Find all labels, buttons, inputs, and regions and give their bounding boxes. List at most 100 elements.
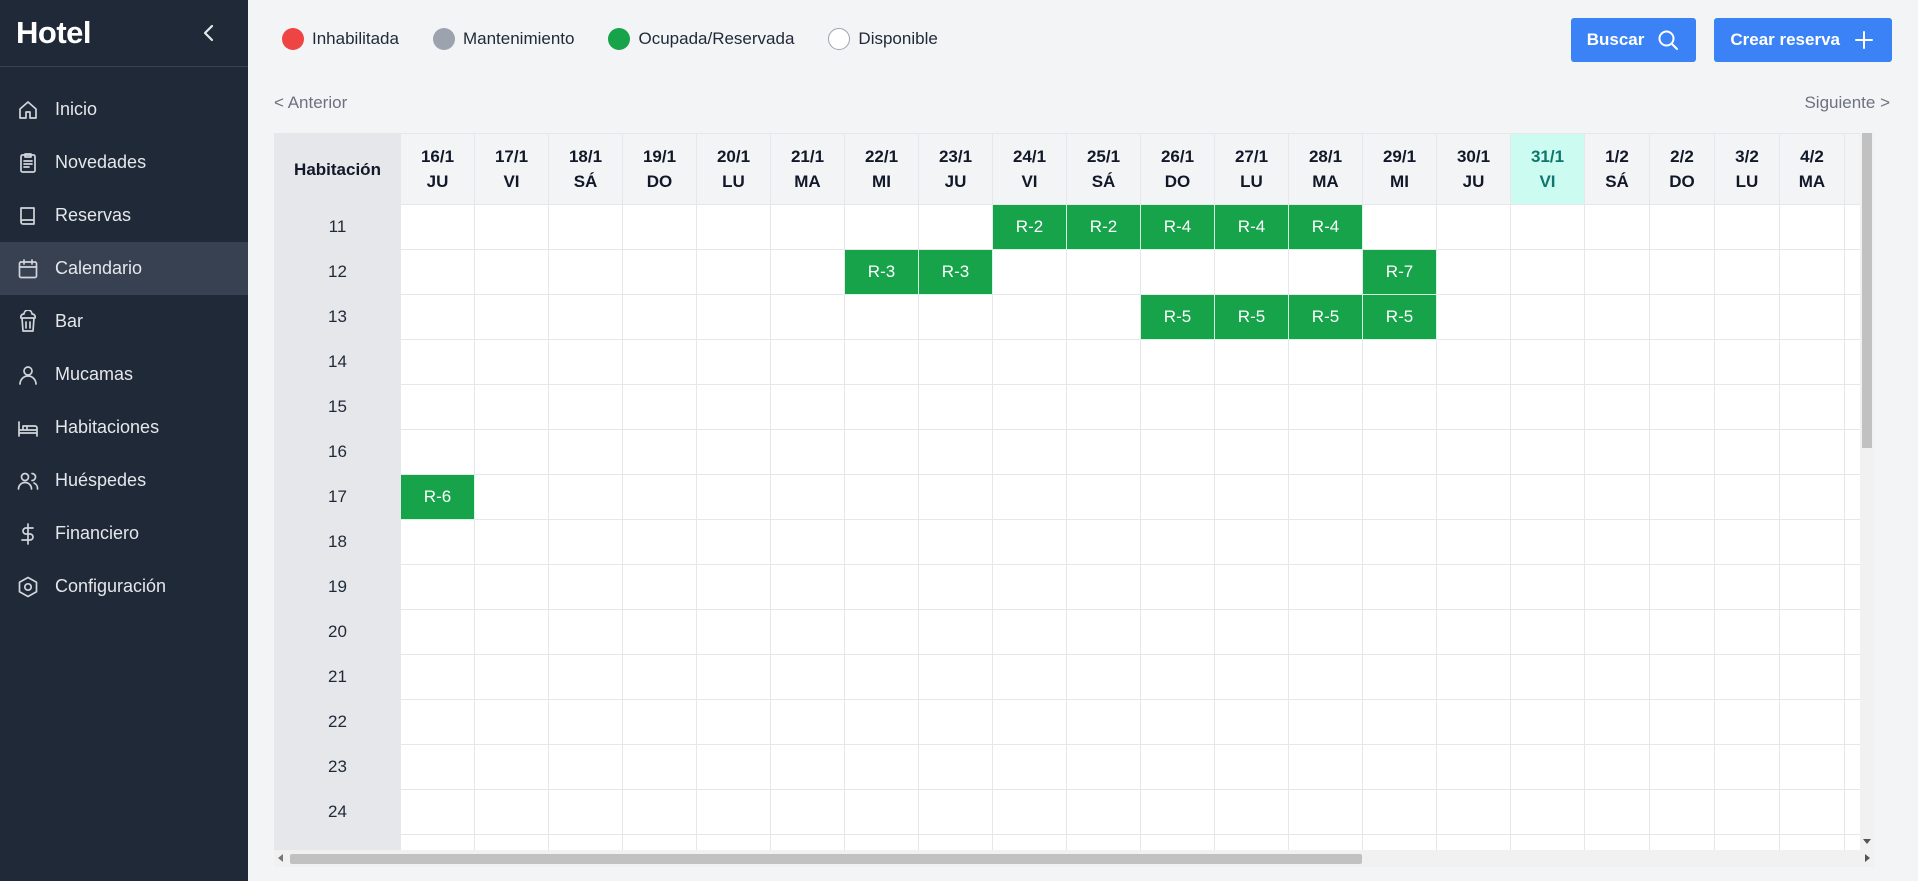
calendar-cell[interactable] xyxy=(622,744,697,790)
calendar-cell[interactable] xyxy=(400,744,475,790)
calendar-cell[interactable] xyxy=(992,249,1067,295)
calendar-cell[interactable] xyxy=(1714,654,1780,700)
calendar-cell[interactable] xyxy=(1214,744,1289,790)
calendar-cell[interactable] xyxy=(1362,609,1437,655)
calendar-cell[interactable] xyxy=(844,294,919,340)
calendar-cell[interactable] xyxy=(1584,204,1650,250)
calendar-cell[interactable] xyxy=(1140,474,1215,520)
calendar-cell[interactable] xyxy=(918,699,993,745)
calendar-cell[interactable] xyxy=(622,699,697,745)
calendar-cell[interactable] xyxy=(1288,339,1363,385)
calendar-cell[interactable] xyxy=(1714,564,1780,610)
calendar-cell[interactable] xyxy=(918,789,993,835)
calendar-cell[interactable] xyxy=(1140,429,1215,475)
vertical-scrollbar[interactable] xyxy=(1860,133,1874,850)
calendar-cell[interactable] xyxy=(1362,204,1437,250)
calendar-cell[interactable] xyxy=(1288,564,1363,610)
calendar-cell[interactable] xyxy=(696,609,771,655)
calendar-cell[interactable] xyxy=(1066,474,1141,520)
calendar-cell[interactable] xyxy=(1288,744,1363,790)
scroll-left-arrow-icon[interactable] xyxy=(278,854,283,862)
calendar-cell[interactable] xyxy=(548,789,623,835)
calendar-cell[interactable] xyxy=(918,384,993,430)
calendar-cell[interactable] xyxy=(844,654,919,700)
calendar-cell[interactable] xyxy=(400,384,475,430)
reservation-cell[interactable]: R-3 xyxy=(844,249,919,295)
calendar-cell[interactable] xyxy=(696,699,771,745)
calendar-cell[interactable] xyxy=(1436,744,1511,790)
calendar-cell[interactable] xyxy=(400,789,475,835)
calendar-cell[interactable] xyxy=(696,249,771,295)
sidebar-item-configuracion[interactable]: Configuración xyxy=(0,560,248,613)
calendar-cell[interactable] xyxy=(1066,699,1141,745)
calendar-cell[interactable] xyxy=(1779,519,1845,565)
calendar-cell[interactable] xyxy=(770,654,845,700)
calendar-cell[interactable] xyxy=(918,834,993,850)
calendar-cell[interactable] xyxy=(1649,519,1715,565)
calendar-cell[interactable] xyxy=(696,474,771,520)
calendar-cell[interactable] xyxy=(1362,834,1437,850)
calendar-cell[interactable] xyxy=(400,204,475,250)
calendar-cell[interactable] xyxy=(992,609,1067,655)
sidebar-item-reservas[interactable]: Reservas xyxy=(0,189,248,242)
calendar-cell[interactable] xyxy=(474,744,549,790)
calendar-cell[interactable] xyxy=(1779,474,1845,520)
calendar-cell[interactable] xyxy=(622,384,697,430)
calendar-cell[interactable] xyxy=(1140,834,1215,850)
calendar-cell[interactable] xyxy=(844,339,919,385)
calendar-cell[interactable] xyxy=(770,519,845,565)
calendar-cell[interactable] xyxy=(1288,789,1363,835)
calendar-cell[interactable] xyxy=(400,564,475,610)
calendar-cell[interactable] xyxy=(918,564,993,610)
calendar-cell[interactable] xyxy=(400,339,475,385)
calendar-cell[interactable] xyxy=(548,384,623,430)
calendar-cell[interactable] xyxy=(622,474,697,520)
calendar-cell[interactable] xyxy=(992,429,1067,475)
calendar-cell[interactable] xyxy=(1649,339,1715,385)
calendar-cell[interactable] xyxy=(622,654,697,700)
calendar-cell[interactable] xyxy=(844,519,919,565)
calendar-cell[interactable] xyxy=(1066,834,1141,850)
previous-link[interactable]: < Anterior xyxy=(274,93,347,113)
collapse-sidebar-button[interactable] xyxy=(198,22,220,44)
calendar-cell[interactable] xyxy=(1436,609,1511,655)
calendar-cell[interactable] xyxy=(1649,609,1715,655)
reservation-cell[interactable]: R-2 xyxy=(992,204,1067,250)
calendar-cell[interactable] xyxy=(1214,609,1289,655)
calendar-cell[interactable] xyxy=(696,519,771,565)
sidebar-item-calendario[interactable]: Calendario xyxy=(0,242,248,295)
calendar-cell[interactable] xyxy=(1288,699,1363,745)
calendar-cell[interactable] xyxy=(1436,339,1511,385)
calendar-cell[interactable] xyxy=(548,744,623,790)
calendar-cell[interactable] xyxy=(474,654,549,700)
calendar-cell[interactable] xyxy=(770,834,845,850)
calendar-cell[interactable] xyxy=(1436,564,1511,610)
calendar-cell[interactable] xyxy=(770,204,845,250)
sidebar-item-huespedes[interactable]: Huéspedes xyxy=(0,454,248,507)
sidebar-item-novedades[interactable]: Novedades xyxy=(0,136,248,189)
calendar-cell[interactable] xyxy=(1066,429,1141,475)
reservation-cell[interactable]: R-5 xyxy=(1362,294,1437,340)
calendar-cell[interactable] xyxy=(1510,699,1585,745)
calendar-cell[interactable] xyxy=(1288,249,1363,295)
calendar-cell[interactable] xyxy=(1066,654,1141,700)
reservation-cell[interactable]: R-7 xyxy=(1362,249,1437,295)
calendar-cell[interactable] xyxy=(1362,474,1437,520)
calendar-cell[interactable] xyxy=(548,564,623,610)
calendar-cell[interactable] xyxy=(1779,204,1845,250)
calendar-cell[interactable] xyxy=(400,429,475,475)
calendar-cell[interactable] xyxy=(548,519,623,565)
calendar-cell[interactable] xyxy=(1288,834,1363,850)
calendar-cell[interactable] xyxy=(1066,519,1141,565)
calendar-cell[interactable] xyxy=(622,609,697,655)
calendar-cell[interactable] xyxy=(1510,204,1585,250)
vertical-scroll-thumb[interactable] xyxy=(1862,133,1872,448)
calendar-cell[interactable] xyxy=(1510,609,1585,655)
calendar-cell[interactable] xyxy=(918,654,993,700)
calendar-cell[interactable] xyxy=(1214,654,1289,700)
calendar-cell[interactable] xyxy=(1649,204,1715,250)
calendar-cell[interactable] xyxy=(1649,429,1715,475)
calendar-cell[interactable] xyxy=(992,474,1067,520)
calendar-cell[interactable] xyxy=(1436,699,1511,745)
calendar-cell[interactable] xyxy=(474,564,549,610)
